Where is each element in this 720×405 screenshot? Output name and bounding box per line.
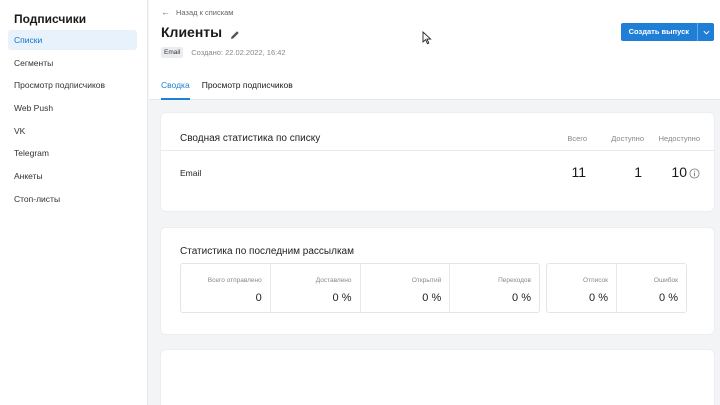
sidebar-item-view-subscribers[interactable]: Просмотр подписчиков [8,75,137,95]
stat-errors-value: 0 % [659,292,678,304]
stat-cell: Доставлено 0 % [271,264,361,312]
stat-unsubscribes-value: 0 % [589,292,608,304]
sidebar-item-forms[interactable]: Анкеты [8,166,137,186]
stat-cell: Ошибок 0 % [617,264,686,312]
back-link-label: Назад к спискам [176,7,234,17]
empty-card [161,350,714,405]
sidebar-item-web-push[interactable]: Web Push [8,98,137,118]
pencil-icon[interactable] [230,27,240,39]
summary-available-value: 1 [634,164,642,180]
tab-view-subscribers[interactable]: Просмотр подписчиков [202,80,293,100]
arrow-left-icon: ← [161,7,170,17]
sidebar-title: Подписчики [14,12,87,26]
tabs: Сводка Просмотр подписчиков [161,80,305,100]
sidebar-item-segments[interactable]: Сегменты [8,53,137,73]
list-summary-card: Сводная статистика по списку Всего Досту… [161,113,714,211]
info-icon[interactable] [689,166,700,179]
summary-unavailable-value: 10 [671,164,687,180]
page-title: Клиенты [161,24,223,40]
page-header: ← Назад к спискам Клиенты Email Создано:… [149,0,720,100]
sidebar-item-stop-lists[interactable]: Стоп-листы [8,189,137,209]
channel-badge: Email [161,47,184,58]
summary-total-value: 11 [571,164,586,180]
stat-delivered-value: 0 % [332,292,352,304]
stat-sent-value: 0 [255,292,262,304]
chevron-down-icon [703,30,709,35]
stat-opens-label: Открытий [411,277,442,284]
stat-unsubscribes-label: Отписок [583,277,608,284]
main-content: ← Назад к спискам Клиенты Email Создано:… [149,0,720,405]
col-unavailable-header: Недоступно [658,134,700,143]
delivery-stats-group: Всего отправлено 0 Доставлено 0 % Открыт… [180,263,540,313]
created-date: Создано: 22.02.2022, 16:42 [191,48,286,57]
back-link[interactable]: ← Назад к спискам [161,7,233,17]
col-total-header: Всего [567,134,587,143]
sidebar-item-telegram[interactable]: Telegram [8,143,137,163]
stat-clicks-label: Переходов [498,277,531,284]
summary-divider [161,150,714,151]
sidebar: Подписчики Списки Сегменты Просмотр подп… [0,0,148,405]
stat-delivered-label: Доставлено [315,277,352,284]
mouse-cursor-icon [422,31,432,45]
negative-stats-group: Отписок 0 % Ошибок 0 % [546,263,687,313]
create-issue-button[interactable]: Создать выпуск [620,23,697,41]
stat-cell: Всего отправлено 0 [181,264,271,312]
create-issue-button-group: Создать выпуск [620,23,714,41]
stat-opens-value: 0 % [422,292,442,304]
summary-title: Сводная статистика по списку [180,133,321,144]
campaign-stats-title: Статистика по последним рассылкам [180,246,354,257]
col-available-header: Доступно [611,134,644,143]
stat-clicks-value: 0 % [512,292,531,304]
summary-row-label: Email [180,168,202,178]
create-issue-dropdown[interactable] [697,23,714,41]
meta-row: Email Создано: 22.02.2022, 16:42 [161,47,286,58]
stat-sent-label: Всего отправлено [207,277,262,284]
sidebar-item-lists[interactable]: Списки [8,30,137,50]
stat-cell: Отписок 0 % [547,264,617,312]
title-row: Клиенты [161,24,240,40]
stat-cell: Открытий 0 % [361,264,451,312]
tab-summary[interactable]: Сводка [161,80,190,100]
stat-cell: Переходов 0 % [450,264,539,312]
campaign-stats-card: Статистика по последним рассылкам Всего … [161,228,714,334]
stat-errors-label: Ошибок [653,277,678,284]
sidebar-item-vk[interactable]: VK [8,121,137,141]
